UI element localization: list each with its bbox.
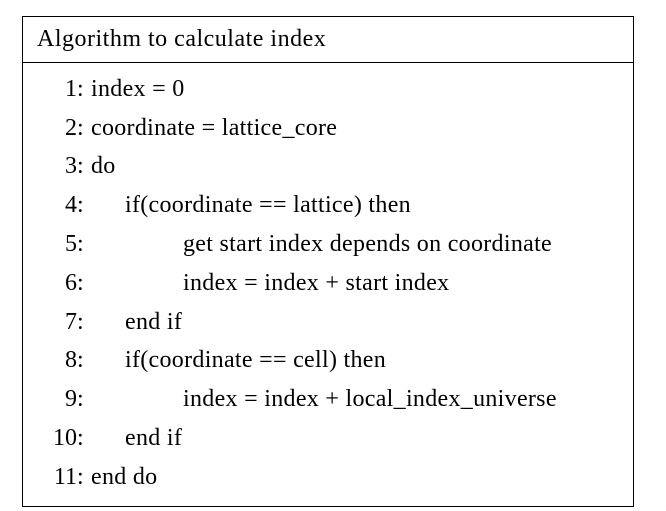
algorithm-line: 9: index = index + local_index_universe	[31, 379, 625, 418]
algorithm-title: Algorithm to calculate index	[23, 17, 633, 63]
line-number: 10	[31, 424, 77, 453]
line-number: 5	[31, 230, 77, 259]
line-number: 9	[31, 385, 77, 414]
algorithm-line: 4: if(coordinate == lattice) then	[31, 185, 625, 224]
algorithm-line: 8: if(coordinate == cell) then	[31, 340, 625, 379]
line-number: 8	[31, 346, 77, 375]
line-number: 11	[31, 463, 77, 492]
line-number: 2	[31, 114, 77, 143]
line-code: get start index depends on coordinate	[91, 230, 552, 259]
algorithm-box: Algorithm to calculate index 1: index = …	[22, 16, 634, 507]
algorithm-line: 5: get start index depends on coordinate	[31, 224, 625, 263]
algorithm-line: 7: end if	[31, 302, 625, 341]
line-code: end if	[91, 308, 182, 337]
line-code: do	[91, 152, 116, 181]
line-colon: :	[77, 230, 91, 259]
line-colon: :	[77, 75, 91, 104]
line-code: index = 0	[91, 75, 185, 104]
line-number: 7	[31, 308, 77, 337]
line-colon: :	[77, 152, 91, 181]
line-code: end do	[91, 463, 157, 492]
line-number: 3	[31, 152, 77, 181]
line-code: end if	[91, 424, 182, 453]
algorithm-line: 6: index = index + start index	[31, 263, 625, 302]
algorithm-line: 2: coordinate = lattice_core	[31, 108, 625, 147]
line-colon: :	[77, 114, 91, 143]
line-colon: :	[77, 191, 91, 220]
line-colon: :	[77, 463, 91, 492]
line-number: 1	[31, 75, 77, 104]
line-code: coordinate = lattice_core	[91, 114, 337, 143]
algorithm-line: 11: end do	[31, 457, 625, 496]
line-code: if(coordinate == lattice) then	[91, 191, 411, 220]
line-colon: :	[77, 424, 91, 453]
line-code: index = index + start index	[91, 269, 449, 298]
algorithm-line: 10: end if	[31, 418, 625, 457]
algorithm-line: 3: do	[31, 146, 625, 185]
line-colon: :	[77, 308, 91, 337]
algorithm-line: 1: index = 0	[31, 69, 625, 108]
line-number: 4	[31, 191, 77, 220]
line-colon: :	[77, 346, 91, 375]
line-number: 6	[31, 269, 77, 298]
line-code: if(coordinate == cell) then	[91, 346, 386, 375]
line-code: index = index + local_index_universe	[91, 385, 557, 414]
line-colon: :	[77, 269, 91, 298]
algorithm-body: 1: index = 0 2: coordinate = lattice_cor…	[23, 63, 633, 506]
line-colon: :	[77, 385, 91, 414]
